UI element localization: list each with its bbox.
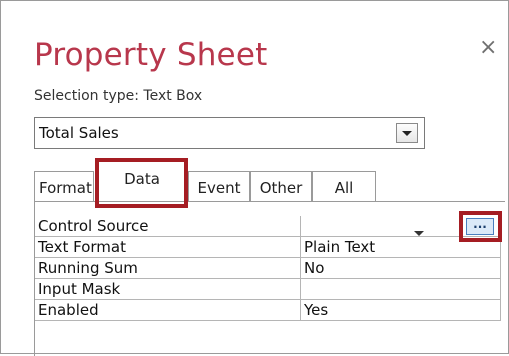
property-sheet-panel: Property Sheet × Selection type: Text Bo… [0,0,509,356]
property-row-running-sum[interactable]: Running Sum No [35,258,501,279]
object-selector-value: Total Sales [39,124,119,142]
data-tab-highlight [95,158,188,208]
property-name: Enabled [35,300,301,321]
selection-type-label: Selection type: Text Box [34,88,203,104]
property-row-text-format[interactable]: Text Format Plain Text [35,237,501,258]
chevron-down-icon[interactable] [396,123,418,143]
tab-all[interactable]: All [312,171,376,201]
control-source-dropdown-icon[interactable] [412,227,426,239]
tab-event[interactable]: Event [188,171,250,201]
property-value[interactable] [301,279,501,300]
tab-other[interactable]: Other [250,171,312,201]
property-name: Text Format [35,237,301,258]
property-row-control-source[interactable]: Control Source [35,216,501,237]
build-button-highlight [459,211,502,242]
property-row-input-mask[interactable]: Input Mask [35,279,501,300]
property-grid: Control Source Text Format Plain Text Ru… [34,201,505,356]
property-row-enabled[interactable]: Enabled Yes [35,300,501,321]
property-value[interactable]: No [301,258,501,279]
object-selector-dropdown[interactable]: Total Sales [34,117,425,149]
close-icon[interactable]: × [479,37,497,59]
property-name: Input Mask [35,279,301,300]
property-name: Running Sum [35,258,301,279]
property-value[interactable]: Yes [301,300,501,321]
property-name: Control Source [35,216,301,237]
panel-title: Property Sheet [34,37,268,73]
tab-format[interactable]: Format [34,171,94,201]
